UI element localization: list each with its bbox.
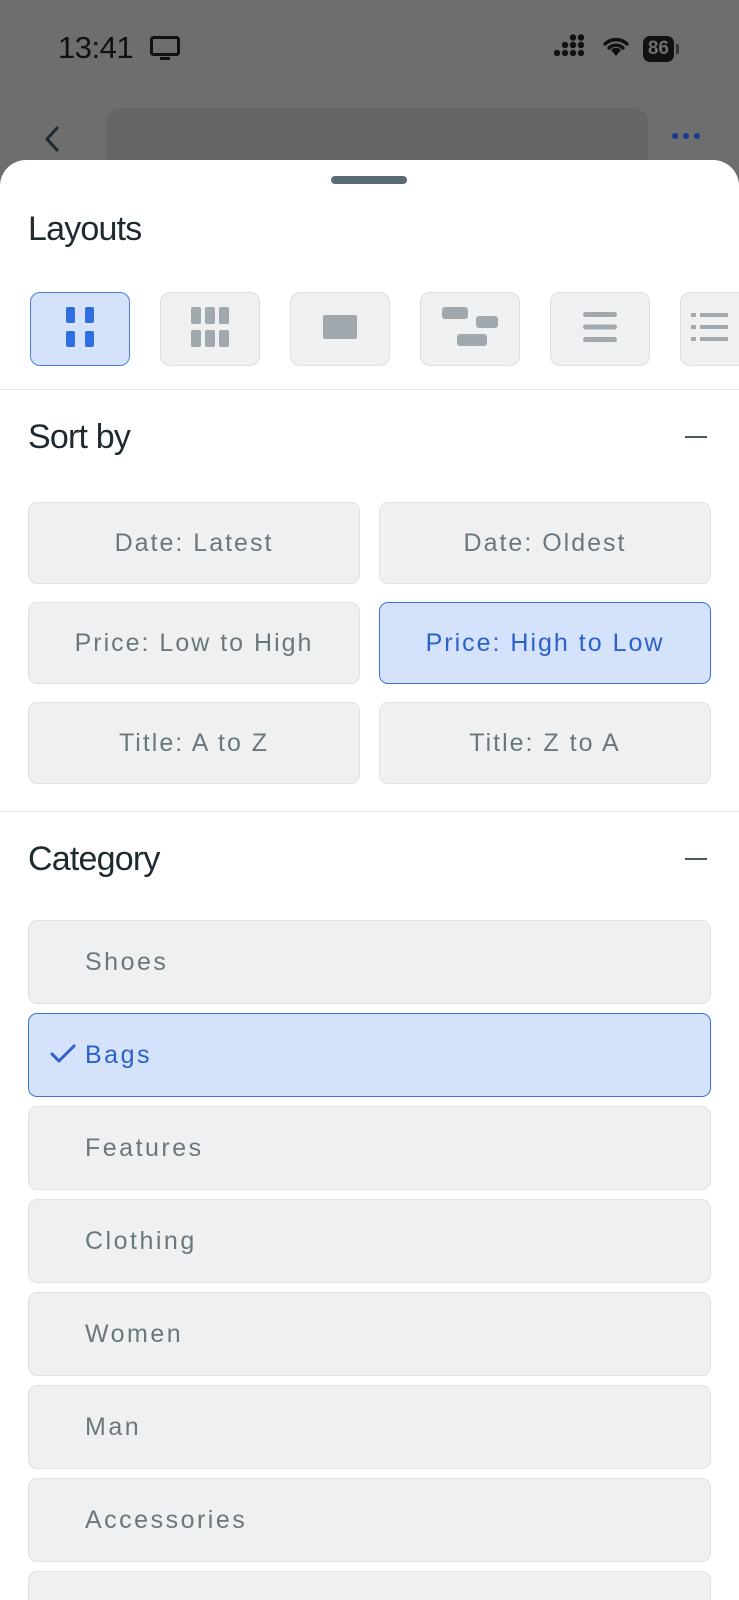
grid-2-column-icon	[64, 305, 96, 354]
category-item-more[interactable]	[28, 1571, 711, 1600]
page-header	[0, 105, 739, 168]
sort-price-low-high-button[interactable]: Price: Low to High	[28, 602, 360, 684]
sheet-grabber[interactable]	[331, 176, 407, 184]
sort-date-oldest-button[interactable]: Date: Oldest	[379, 502, 711, 584]
single-block-icon	[322, 314, 358, 345]
category-item-man[interactable]: Man	[28, 1385, 711, 1469]
sort-date-latest-button[interactable]: Date: Latest	[28, 502, 360, 584]
grid-3-column-icon	[190, 305, 230, 354]
collapse-sort-icon[interactable]	[685, 436, 707, 438]
status-bar: 13:41 86	[0, 0, 739, 100]
category-label: Shoes	[85, 947, 169, 976]
category-label: Clothing	[85, 1226, 197, 1255]
sort-options: Date: Latest Date: Oldest Price: Low to …	[28, 502, 711, 784]
sort-title-z-a-button[interactable]: Title: Z to A	[379, 702, 711, 784]
search-bar[interactable]	[106, 108, 648, 168]
collapse-category-icon[interactable]	[685, 858, 707, 860]
category-label: Features	[85, 1133, 204, 1162]
divider	[0, 811, 739, 812]
layout-grid-3-column[interactable]	[160, 292, 260, 366]
staggered-blocks-icon	[441, 306, 499, 353]
layout-options	[30, 292, 739, 366]
category-label: Man	[85, 1412, 142, 1441]
category-label: Bags	[85, 1040, 152, 1069]
category-label: Women	[85, 1319, 184, 1348]
divider	[0, 389, 739, 390]
wifi-icon	[601, 34, 631, 63]
layout-detailed-list[interactable]	[680, 292, 739, 366]
category-item-accessories[interactable]: Accessories	[28, 1478, 711, 1562]
layout-single-block[interactable]	[290, 292, 390, 366]
category-item-features[interactable]: Features	[28, 1106, 711, 1190]
battery-level: 86	[642, 35, 674, 62]
category-title: Category	[28, 840, 160, 878]
category-item-bags[interactable]: Bags	[28, 1013, 711, 1097]
screen-mirroring-icon	[150, 36, 180, 67]
status-time: 13:41	[58, 30, 134, 65]
category-label: Accessories	[85, 1505, 248, 1534]
back-chevron-icon[interactable]	[42, 125, 62, 158]
cellular-signal-icon	[553, 34, 589, 63]
category-item-clothing[interactable]: Clothing	[28, 1199, 711, 1283]
battery-cap	[676, 43, 679, 54]
sort-title-a-z-button[interactable]: Title: A to Z	[28, 702, 360, 784]
sort-price-high-low-button[interactable]: Price: High to Low	[379, 602, 711, 684]
checkmark-icon	[49, 1042, 77, 1073]
detailed-list-icon	[690, 309, 730, 350]
layout-list-lines[interactable]	[550, 292, 650, 366]
layout-staggered-blocks[interactable]	[420, 292, 520, 366]
list-lines-icon	[582, 309, 618, 350]
filter-sheet: Layouts Sort by Date: Latest Date: Oldes…	[0, 160, 739, 1600]
layouts-title: Layouts	[28, 210, 142, 248]
sort-by-title: Sort by	[28, 418, 131, 456]
category-item-shoes[interactable]: Shoes	[28, 920, 711, 1004]
more-options-icon[interactable]	[672, 133, 700, 139]
category-item-women[interactable]: Women	[28, 1292, 711, 1376]
status-indicators: 86	[553, 34, 679, 63]
layout-grid-2-column[interactable]	[30, 292, 130, 366]
category-list: Shoes Bags Features Clothing Women Man A…	[28, 920, 711, 1600]
